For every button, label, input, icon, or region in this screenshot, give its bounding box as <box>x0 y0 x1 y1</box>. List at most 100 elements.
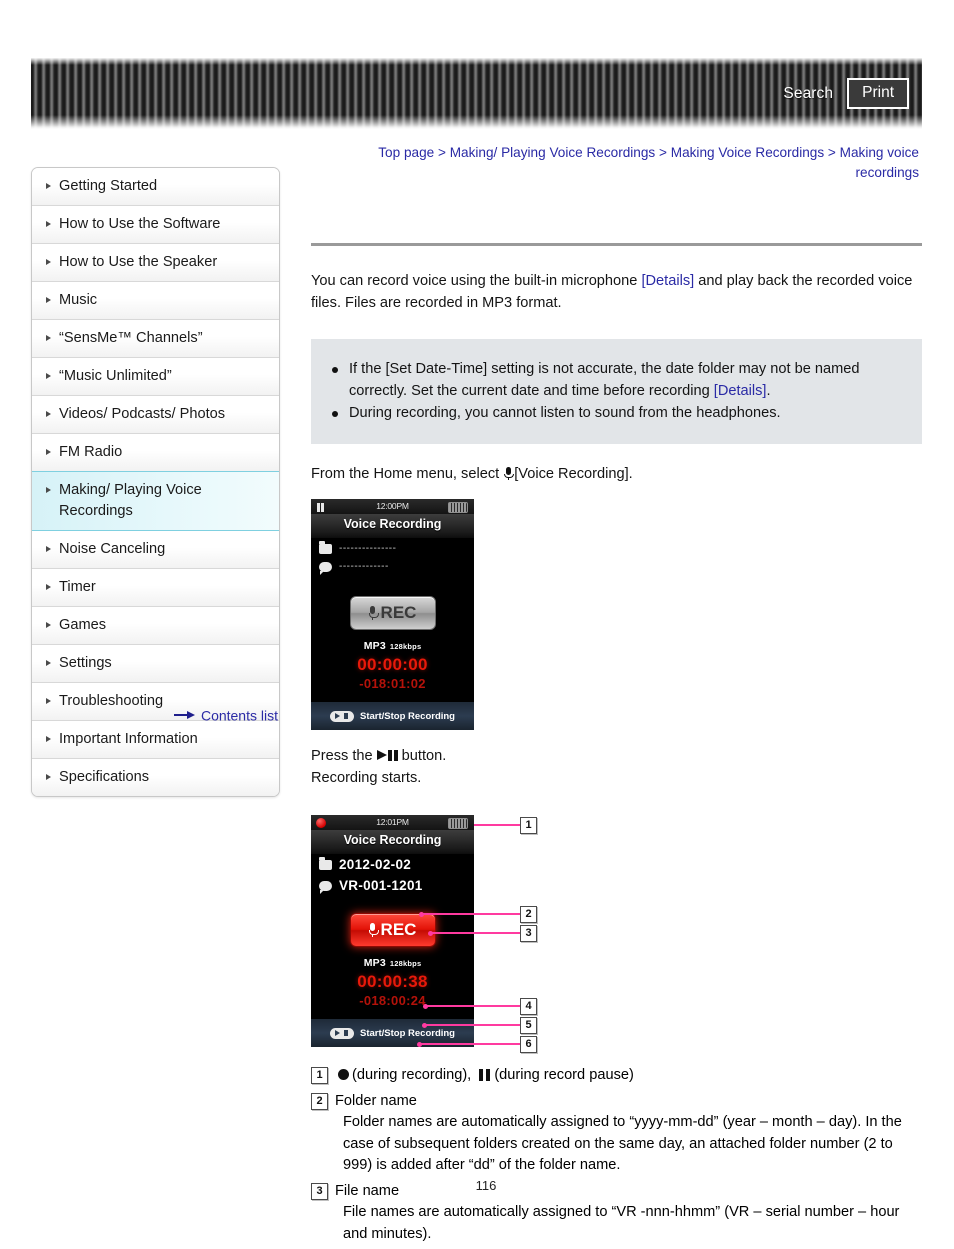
legend-text-1a: (during recording), <box>352 1067 472 1083</box>
arrow-right-icon <box>173 707 196 723</box>
print-button[interactable]: Print <box>847 78 909 109</box>
battery-icon <box>448 502 468 513</box>
device-file-row: ------------- <box>311 556 474 575</box>
note-text-before: During recording, you cannot listen to s… <box>349 405 781 421</box>
device-format-row: MP3 128kbps <box>311 957 474 969</box>
callout-number-4: 4 <box>520 998 537 1015</box>
sidebar-item-label: FM Radio <box>59 444 123 460</box>
device-footer-label: Start/Stop Recording <box>359 1027 455 1039</box>
sidebar-item-making-playing-voice-recordings[interactable]: Making/ Playing Voice Recordings <box>32 471 279 531</box>
breadcrumb-item-current[interactable]: Making voice recordings <box>840 145 919 180</box>
chevron-right-icon <box>46 297 51 303</box>
sidebar-item-fm-radio[interactable]: FM Radio <box>32 434 279 472</box>
sidebar-item-music[interactable]: Music <box>32 282 279 320</box>
content-divider <box>311 243 922 246</box>
sidebar-item-sensme-channels[interactable]: “SensMe™ Channels” <box>32 320 279 358</box>
sidebar-item-label: Music <box>59 292 98 308</box>
device-status-bar: 12:01PM <box>311 815 474 830</box>
device-folder-value: --------------- <box>339 543 397 554</box>
sidebar-item-label: Timer <box>59 579 96 595</box>
device-bitrate: 128kbps <box>389 642 422 651</box>
legend-number-1: 1 <box>311 1067 328 1084</box>
device-folder-row: 2012-02-02 <box>311 854 474 872</box>
note-item: During recording, you cannot listen to s… <box>329 403 904 425</box>
note-box: If the [Set Date-Time] setting is not ac… <box>311 339 922 444</box>
sidebar-item-label: “Music Unlimited” <box>59 368 172 384</box>
device-footer-label: Start/Stop Recording <box>359 710 455 722</box>
page-number: 116 <box>0 1178 954 1193</box>
sidebar-item-timer[interactable]: Timer <box>32 569 279 607</box>
play-pause-icon <box>376 750 398 761</box>
chevron-right-icon <box>46 487 51 493</box>
chevron-right-icon <box>46 660 51 666</box>
sidebar-item-how-to-use-the-speaker[interactable]: How to Use the Speaker <box>32 244 279 282</box>
page-number-value: 116 <box>475 1178 497 1193</box>
chevron-right-icon <box>46 546 51 552</box>
breadcrumb-item-making-playing[interactable]: Making/ Playing Voice Recordings <box>450 145 656 160</box>
step-2-text-before: Press the <box>311 748 373 764</box>
callout-number-3: 3 <box>520 925 537 942</box>
device-format: MP3 <box>363 957 386 969</box>
device-screen-title: Voice Recording <box>311 830 474 854</box>
sidebar-item-label: Making/ Playing Voice Recordings <box>59 482 202 519</box>
device-format: MP3 <box>363 640 386 652</box>
callout-number-1: 1 <box>520 817 537 834</box>
note-text-after: . <box>766 382 771 399</box>
chevron-right-icon <box>46 584 51 590</box>
details-link-note[interactable]: [Details] <box>714 383 767 399</box>
folder-icon <box>319 541 332 554</box>
main-content: You can record voice using the built-in … <box>311 243 922 1249</box>
callout-line-2 <box>421 913 520 915</box>
sidebar-item-specifications[interactable]: Specifications <box>32 759 279 796</box>
callout-number-2: 2 <box>520 906 537 923</box>
sidebar-item-settings[interactable]: Settings <box>32 645 279 683</box>
sidebar-item-how-to-use-the-software[interactable]: How to Use the Software <box>32 206 279 244</box>
intro-text-part1: You can record voice using the built-in … <box>311 273 642 289</box>
sidebar-item-important-information[interactable]: Important Information <box>32 721 279 759</box>
sidebar-item-videos-podcasts-photos[interactable]: Videos/ Podcasts/ Photos <box>32 396 279 434</box>
sidebar-item-noise-canceling[interactable]: Noise Canceling <box>32 531 279 569</box>
sidebar-item-label: Specifications <box>59 769 150 785</box>
search-link[interactable]: Search <box>783 85 833 103</box>
rec-button-active: REC <box>349 913 436 947</box>
callout-legend: 1 (during recording), (during record pau… <box>311 1065 922 1245</box>
device-remaining-time: -018:01:02 <box>359 676 426 691</box>
breadcrumb-item-top-page[interactable]: Top page <box>378 145 434 160</box>
legend-item-1: 1 (during recording), (during record pau… <box>311 1065 922 1087</box>
device-file-row: VR-001-1201 <box>311 875 474 894</box>
folder-icon <box>319 857 332 870</box>
breadcrumb-separator: > <box>827 145 836 160</box>
sidebar-item-label: Important Information <box>59 731 198 747</box>
device-screen-idle: 12:00PM Voice Recording --------------- … <box>311 499 474 730</box>
sidebar-item-label: How to Use the Software <box>59 216 221 232</box>
step-2-line-2: Recording starts. <box>311 769 422 786</box>
step-2-text-after: button. <box>401 748 447 764</box>
play-pause-button-icon <box>329 710 354 722</box>
device-screen-title: Voice Recording <box>311 514 474 538</box>
play-pause-button-icon <box>329 1027 354 1039</box>
sidebar-item-music-unlimited[interactable]: “Music Unlimited” <box>32 358 279 396</box>
breadcrumb-item-making-voice-recordings[interactable]: Making Voice Recordings <box>671 145 824 160</box>
sidebar-item-games[interactable]: Games <box>32 607 279 645</box>
device-format-row: MP3 128kbps <box>311 640 474 652</box>
intro-paragraph: You can record voice using the built-in … <box>311 271 922 314</box>
toolbar-actions: Search Print <box>783 58 922 129</box>
device-status-bar: 12:00PM <box>311 499 474 514</box>
device-folder-value: 2012-02-02 <box>339 857 412 872</box>
battery-icon <box>448 818 468 829</box>
chevron-right-icon <box>46 622 51 628</box>
details-link-intro[interactable]: [Details] <box>641 273 694 289</box>
breadcrumb-separator: > <box>437 145 446 160</box>
note-text-before: If the [Set Date-Time] setting is not ac… <box>349 361 860 399</box>
legend-number-2: 2 <box>311 1092 328 1110</box>
callout-number-5: 5 <box>520 1017 537 1034</box>
chevron-right-icon <box>46 335 51 341</box>
sidebar-item-label: Videos/ Podcasts/ Photos <box>59 406 226 422</box>
note-list: If the [Set Date-Time] setting is not ac… <box>329 359 904 425</box>
contents-list-link[interactable]: Contents list <box>201 707 278 723</box>
sidebar-item-getting-started[interactable]: Getting Started <box>32 168 279 206</box>
record-dot-icon <box>338 1069 349 1080</box>
callout-line-3 <box>430 932 520 934</box>
device-screen-recording: 12:01PM Voice Recording 2012-02-02 VR-00… <box>311 815 474 1047</box>
speech-bubble-icon <box>319 561 332 575</box>
